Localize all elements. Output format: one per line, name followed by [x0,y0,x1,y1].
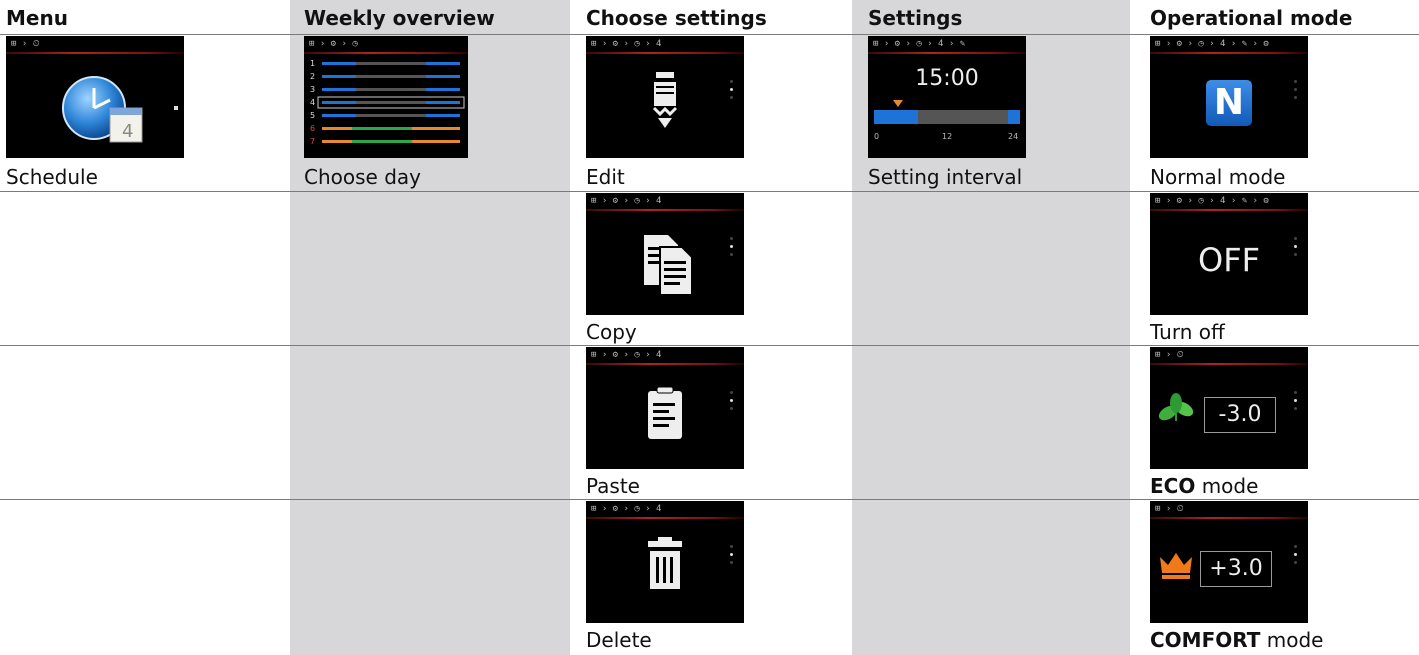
day-number: 1 [310,59,315,68]
day-bar-segment [352,127,412,130]
clipboard-icon [648,386,682,439]
day-bar-segment [412,127,460,130]
caption-paste: Paste [586,474,640,498]
day-bar-segment [322,62,356,65]
breadcrumb: ⊞ › ⚙ › ◷ › 4 › ✎ › ⚙ [1155,196,1269,206]
row-divider [0,34,1419,35]
header-weekly-overview: Weekly overview [304,6,495,30]
header-settings: Settings [868,6,963,30]
pencil-icon [652,72,678,128]
caption-eco-mode: ECO mode [1150,474,1259,498]
eco-mode-screen: ⊞ › ⏲ -3.0 [1150,347,1308,469]
day-number: 2 [310,72,315,81]
day-bar-segment [426,75,460,78]
caption-setting-interval: Setting interval [868,165,1023,189]
header-choose-settings: Choose settings [586,6,767,30]
eco-value-box: -3.0 [1204,397,1276,433]
caption-copy: Copy [586,320,637,344]
caption-normal-mode: Normal mode [1150,165,1286,189]
day-bar-segment [412,140,460,143]
day-number: 7 [310,137,315,146]
header-operational-mode: Operational mode [1150,6,1353,30]
day-bar-segment [356,88,426,91]
day-bar-segment [356,62,426,65]
day-bars: 1 2 3 4 5 6 7 [310,59,465,146]
normal-mode-screen: ⊞ › ⚙ › ◷ › 4 › ✎ › ⚙ N [1150,36,1308,158]
breadcrumb: ⊞ › ⚙ › ◷ › 4 › ✎ › ⚙ [1155,39,1269,49]
day-bar-segment [322,140,352,143]
paste-screen: ⊞ › ⚙ › ◷ › 4 [586,347,744,469]
day-number: 4 [310,98,315,107]
caption-comfort-mode: COMFORT mode [1150,628,1324,652]
day-bar-segment [426,101,460,104]
day-bar-segment [352,140,412,143]
svg-text:4: 4 [122,121,133,142]
day-number: 6 [310,124,315,133]
setting-interval-screen: ⊞ › ⚙ › ◷ › 4 › ✎ 15:00 0 12 24 [868,36,1026,158]
comfort-mode-screen: ⊞ › ⏲ +3.0 [1150,501,1308,623]
off-label: OFF [1198,241,1260,279]
row-divider [0,345,1419,346]
weekly-overview-screen: ⊞ › ⚙ › ◷ 1234567 [304,36,468,158]
caption-turn-off: Turn off [1150,320,1225,344]
day-bar-segment [322,75,356,78]
caption-edit: Edit [586,165,625,189]
clock-calendar-icon: 4 [62,76,178,143]
header-menu: Menu [6,6,68,30]
axis-tick-24: 24 [1008,132,1019,141]
schedule-screen: ⊞ › ⏲ 4 [6,36,184,158]
trash-icon [648,537,682,589]
day-number: 3 [310,85,315,94]
copy-icon [644,235,693,296]
copy-screen: ⊞ › ⚙ › ◷ › 4 [586,193,744,315]
turn-off-screen: ⊞ › ⚙ › ◷ › 4 › ✎ › ⚙ OFF [1150,193,1308,315]
day-number: 5 [310,111,315,120]
comfort-value-box: +3.0 [1200,551,1272,587]
day-bar-segment [322,88,356,91]
delete-screen: ⊞ › ⚙ › ◷ › 4 [586,501,744,623]
day-bar-segment [426,114,460,117]
day-bar-segment [322,101,356,104]
caption-choose-day: Choose day [304,165,421,189]
day-bar-segment [356,101,426,104]
day-bar-segment [322,114,356,117]
axis-tick-12: 12 [942,132,953,141]
edit-screen: ⊞ › ⚙ › ◷ › 4 [586,36,744,158]
day-bar-segment [426,88,460,91]
day-bar-segment [356,75,426,78]
row-divider [0,499,1419,500]
day-bar-segment [322,127,352,130]
row-divider [0,191,1419,192]
day-bar-segment [356,114,426,117]
axis-tick-0: 0 [874,132,880,141]
caption-delete: Delete [586,628,652,652]
caption-schedule: Schedule [6,165,98,189]
normal-mode-icon: N [1206,80,1252,126]
day-bar-segment [426,62,460,65]
